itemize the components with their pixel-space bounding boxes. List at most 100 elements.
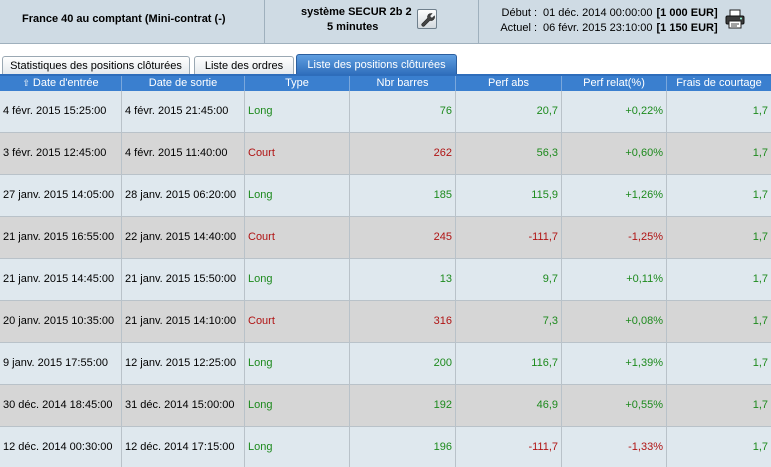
cell-type: Long [245, 91, 350, 132]
cell-bars: 192 [350, 385, 456, 426]
system-name: système SECUR 2b 2 [301, 6, 412, 18]
cell-bars: 200 [350, 343, 456, 384]
cell-perf-rel: +0,60% [562, 133, 667, 174]
cell-bars: 13 [350, 259, 456, 300]
timeframe: 5 minutes [327, 21, 379, 33]
cell-type: Court [245, 217, 350, 258]
period-dates: Début :01 déc. 2014 00:00:00 [1 000 EUR] … [499, 6, 718, 36]
cell-exit-date: 22 janv. 2015 14:40:00 [122, 217, 245, 258]
cell-type: Court [245, 133, 350, 174]
print-button[interactable] [724, 9, 746, 29]
tab-orders-list[interactable]: Liste des ordres [194, 56, 294, 75]
cell-entry-date: 20 janv. 2015 10:35:00 [0, 301, 122, 342]
cell-perf-abs: 56,3 [456, 133, 562, 174]
table-row[interactable]: 12 déc. 2014 00:30:00 12 déc. 2014 17:15:… [0, 427, 771, 467]
cell-exit-date: 21 janv. 2015 14:10:00 [122, 301, 245, 342]
start-label: Début : [501, 7, 537, 19]
cell-entry-date: 21 janv. 2015 14:45:00 [0, 259, 122, 300]
cell-type: Long [245, 385, 350, 426]
cell-entry-date: 30 déc. 2014 18:45:00 [0, 385, 122, 426]
cell-perf-rel: +1,26% [562, 175, 667, 216]
cell-entry-date: 12 déc. 2014 00:30:00 [0, 427, 122, 467]
printer-icon [725, 9, 745, 29]
table-header: ⇧ Date d'entrée Date de sortie Type Nbr b… [0, 76, 771, 91]
cell-exit-date: 31 déc. 2014 15:00:00 [122, 385, 245, 426]
tab-closed-positions-stats[interactable]: Statistiques des positions clôturées [2, 56, 190, 75]
table-row[interactable]: 21 janv. 2015 14:45:00 21 janv. 2015 15:5… [0, 259, 771, 301]
column-header-bars[interactable]: Nbr barres [350, 76, 456, 91]
current-amount: [1 150 EUR] [656, 22, 718, 34]
cell-perf-abs: 115,9 [456, 175, 562, 216]
cell-entry-date: 21 janv. 2015 16:55:00 [0, 217, 122, 258]
cell-exit-date: 4 févr. 2015 11:40:00 [122, 133, 245, 174]
period-panel: Début :01 déc. 2014 00:00:00 [1 000 EUR] … [479, 0, 771, 44]
column-header-perf-rel[interactable]: Perf relat(%) [562, 76, 667, 91]
column-header-label: Date d'entrée [32, 77, 99, 89]
cell-bars: 76 [350, 91, 456, 132]
cell-exit-date: 21 janv. 2015 15:50:00 [122, 259, 245, 300]
table-row[interactable]: 30 déc. 2014 18:45:00 31 déc. 2014 15:00:… [0, 385, 771, 427]
cell-fees: 1,7 [752, 357, 768, 369]
cell-perf-abs: -111,7 [456, 427, 562, 467]
tab-closed-positions-list[interactable]: Liste des positions clôturées [296, 54, 457, 75]
table-row[interactable]: 21 janv. 2015 16:55:00 22 janv. 2015 14:4… [0, 217, 771, 259]
cell-perf-abs: 46,9 [456, 385, 562, 426]
table-row[interactable]: 20 janv. 2015 10:35:00 21 janv. 2015 14:1… [0, 301, 771, 343]
cell-fees: 1,7 [752, 399, 768, 411]
wrench-icon [421, 13, 435, 27]
instrument-name: France 40 au comptant (Mini-contrat (-) [22, 13, 226, 25]
tab-bar: Statistiques des positions clôturées Lis… [0, 44, 771, 75]
column-header-type[interactable]: Type [245, 76, 350, 91]
cell-fees: 1,7 [752, 105, 768, 117]
cell-fees: 1,7 [752, 315, 768, 327]
column-header-exit-date[interactable]: Date de sortie [122, 76, 245, 91]
header-bar: France 40 au comptant (Mini-contrat (-) … [0, 0, 771, 44]
cell-perf-abs: 7,3 [456, 301, 562, 342]
cell-exit-date: 12 janv. 2015 12:25:00 [122, 343, 245, 384]
cell-fees: 1,7 [752, 231, 768, 243]
settings-button[interactable] [417, 9, 437, 29]
cell-perf-abs: 116,7 [456, 343, 562, 384]
cell-bars: 245 [350, 217, 456, 258]
table-row[interactable]: 9 janv. 2015 17:55:00 12 janv. 2015 12:25… [0, 343, 771, 385]
system-panel: système SECUR 2b 2 5 minutes [265, 0, 479, 44]
cell-type: Long [245, 343, 350, 384]
cell-perf-rel: -1,25% [562, 217, 667, 258]
cell-bars: 262 [350, 133, 456, 174]
current-label: Actuel : [500, 22, 537, 34]
cell-perf-rel: +1,39% [562, 343, 667, 384]
cell-fees: 1,7 [752, 147, 768, 159]
cell-fees: 1,7 [752, 441, 768, 453]
cell-perf-abs: 20,7 [456, 91, 562, 132]
cell-entry-date: 27 janv. 2015 14:05:00 [0, 175, 122, 216]
column-header-entry-date[interactable]: ⇧ Date d'entrée [0, 76, 122, 91]
positions-table-body: 4 févr. 2015 15:25:00 4 févr. 2015 21:45:… [0, 91, 771, 467]
table-row[interactable]: 27 janv. 2015 14:05:00 28 janv. 2015 06:2… [0, 175, 771, 217]
cell-perf-rel: +0,08% [562, 301, 667, 342]
cell-type: Long [245, 259, 350, 300]
cell-entry-date: 9 janv. 2015 17:55:00 [0, 343, 122, 384]
table-row[interactable]: 4 févr. 2015 15:25:00 4 févr. 2015 21:45:… [0, 91, 771, 133]
cell-perf-rel: +0,11% [562, 259, 667, 300]
column-header-fees[interactable]: Frais de courtage [667, 76, 771, 91]
instrument-panel: France 40 au comptant (Mini-contrat (-) [0, 0, 265, 44]
cell-perf-rel: -1,33% [562, 427, 667, 467]
table-row[interactable]: 3 févr. 2015 12:45:00 4 févr. 2015 11:40:… [0, 133, 771, 175]
cell-fees: 1,7 [752, 273, 768, 285]
cell-exit-date: 4 févr. 2015 21:45:00 [122, 91, 245, 132]
start-amount: [1 000 EUR] [656, 7, 718, 19]
cell-bars: 316 [350, 301, 456, 342]
cell-type: Long [245, 175, 350, 216]
cell-perf-abs: 9,7 [456, 259, 562, 300]
cell-exit-date: 28 janv. 2015 06:20:00 [122, 175, 245, 216]
current-value: 06 févr. 2015 23:10:00 [543, 22, 653, 34]
column-header-perf-abs[interactable]: Perf abs [456, 76, 562, 91]
cell-fees: 1,7 [752, 189, 768, 201]
cell-perf-rel: +0,55% [562, 385, 667, 426]
cell-exit-date: 12 déc. 2014 17:15:00 [122, 427, 245, 467]
start-row: Début : 01 déc. 2014 00:00:00 [1 000 EUR] [499, 6, 718, 21]
current-row: Actuel : 06 févr. 2015 23:10:00 [1 150 EUR… [499, 21, 718, 36]
start-value: 01 déc. 2014 00:00:00 [543, 7, 653, 19]
cell-bars: 185 [350, 175, 456, 216]
cell-perf-rel: +0,22% [562, 91, 667, 132]
